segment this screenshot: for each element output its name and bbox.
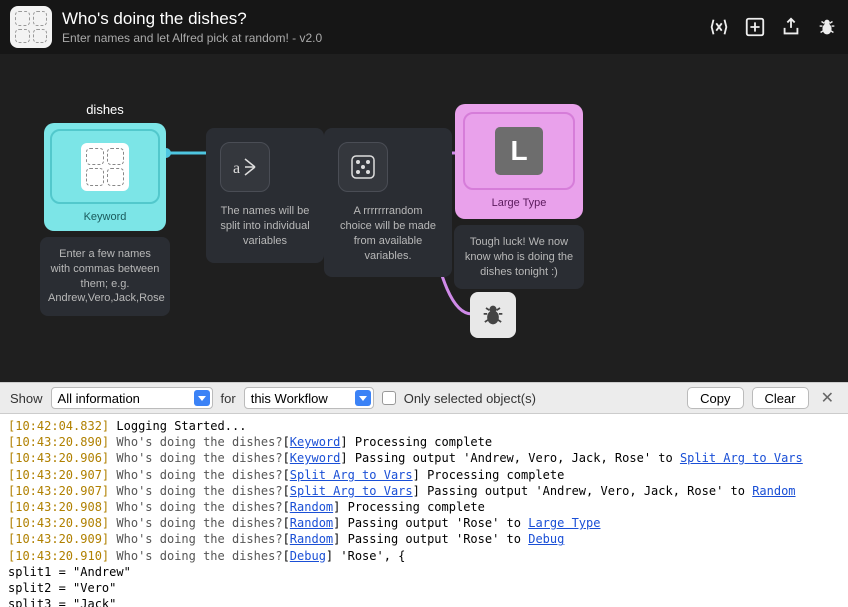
filter-select[interactable]: All information — [51, 387, 213, 409]
split-node[interactable]: a The names will be split into individua… — [206, 128, 324, 263]
variables-icon[interactable] — [708, 16, 730, 38]
workflow-subtitle: Enter names and let Alfred pick at rando… — [62, 31, 708, 45]
split-icon: a — [231, 155, 259, 179]
show-label: Show — [10, 391, 43, 406]
workflow-canvas[interactable]: dishes Keyword Enter a few names with co… — [0, 54, 848, 382]
add-icon[interactable] — [744, 16, 766, 38]
largetype-sublabel: Large Type — [463, 196, 575, 211]
chevron-down-icon — [194, 390, 210, 406]
only-selected-label: Only selected object(s) — [404, 391, 536, 406]
bug-node-icon — [479, 301, 507, 329]
close-icon[interactable]: ✕ — [817, 388, 838, 408]
keyword-sublabel: Keyword — [50, 210, 160, 225]
copy-button[interactable]: Copy — [687, 387, 743, 409]
debug-console[interactable]: [10:42:04.832] Logging Started...[10:43:… — [0, 414, 848, 607]
svg-text:a: a — [233, 160, 240, 177]
keyword-node[interactable]: dishes Keyword Enter a few names with co… — [40, 102, 170, 316]
largetype-desc: Tough luck! We now know who is doing the… — [454, 225, 584, 290]
clear-button[interactable]: Clear — [752, 387, 809, 409]
split-desc: The names will be split into individual … — [220, 204, 310, 249]
only-selected-checkbox[interactable] — [382, 391, 396, 405]
random-desc: A rrrrrrrandom choice will be made from … — [338, 204, 438, 263]
keyword-node-title: dishes — [86, 102, 124, 117]
keyword-desc: Enter a few names with commas between th… — [40, 237, 170, 316]
workflow-header: Who's doing the dishes? Enter names and … — [0, 0, 848, 54]
dice-icon — [350, 154, 376, 180]
workflow-icon — [10, 6, 52, 48]
chevron-down-icon — [355, 390, 371, 406]
largetype-node[interactable]: L Large Type Tough luck! We now know who… — [454, 104, 584, 289]
debug-node[interactable] — [470, 292, 516, 338]
workflow-title: Who's doing the dishes? — [62, 9, 708, 29]
debug-toolbar: Show All information for this Workflow O… — [0, 382, 848, 414]
for-label: for — [221, 391, 236, 406]
share-icon[interactable] — [780, 16, 802, 38]
scope-select[interactable]: this Workflow — [244, 387, 374, 409]
bug-icon[interactable] — [816, 16, 838, 38]
random-node[interactable]: A rrrrrrrandom choice will be made from … — [324, 128, 452, 277]
